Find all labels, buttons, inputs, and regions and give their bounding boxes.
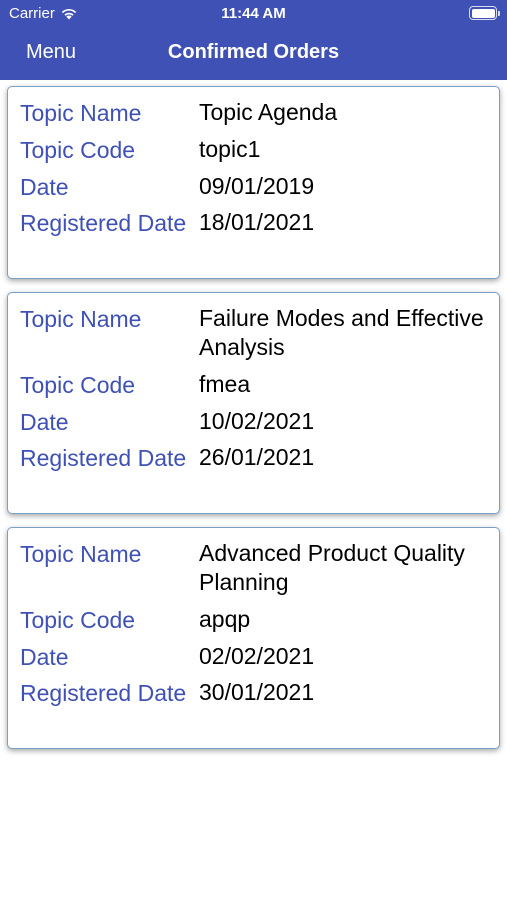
app-header: Carrier 11:44 AM Menu Confirmed Orders (0, 0, 507, 80)
date-value: 10/02/2021 (199, 408, 315, 434)
battery-icon (469, 6, 500, 20)
topic-code-value: fmea (199, 371, 251, 397)
registered-date-value: 30/01/2021 (199, 679, 315, 705)
page-title: Confirmed Orders (167, 41, 340, 63)
topic-code-label: Topic Code (20, 137, 136, 163)
order-card[interactable]: Topic Name Topic Agenda Topic Code topic… (7, 86, 500, 279)
date-value: 09/01/2019 (199, 173, 315, 199)
topic-name-label: Topic Name (20, 100, 142, 126)
registered-date-label: Registered Date (20, 445, 187, 471)
topic-code-label: Topic Code (20, 607, 136, 633)
topic-code-value: topic1 (199, 136, 261, 162)
registered-date-label: Registered Date (20, 210, 187, 236)
order-card[interactable]: Topic Name Failure Modes and Effective A… (7, 292, 500, 514)
registered-date-label: Registered Date (20, 680, 187, 706)
navigation-bar: Menu Confirmed Orders (0, 28, 507, 78)
order-card[interactable]: Topic Name Advanced Product Quality Plan… (7, 527, 500, 749)
date-label: Date (20, 409, 69, 435)
topic-name-value: Advanced Product Quality Planning (199, 540, 465, 595)
topic-code-value: apqp (199, 606, 251, 632)
date-label: Date (20, 174, 69, 200)
date-value: 02/02/2021 (199, 643, 315, 669)
topic-code-label: Topic Code (20, 372, 136, 398)
registered-date-value: 26/01/2021 (199, 444, 315, 470)
topic-name-label: Topic Name (20, 306, 142, 332)
date-label: Date (20, 644, 69, 670)
status-time: 11:44 AM (221, 5, 286, 22)
topic-name-label: Topic Name (20, 541, 142, 567)
topic-name-value: Topic Agenda (199, 99, 338, 125)
status-bar: Carrier 11:44 AM (0, 0, 507, 28)
topic-name-value: Failure Modes and Effective Analysis (199, 305, 484, 360)
registered-date-value: 18/01/2021 (199, 209, 315, 235)
